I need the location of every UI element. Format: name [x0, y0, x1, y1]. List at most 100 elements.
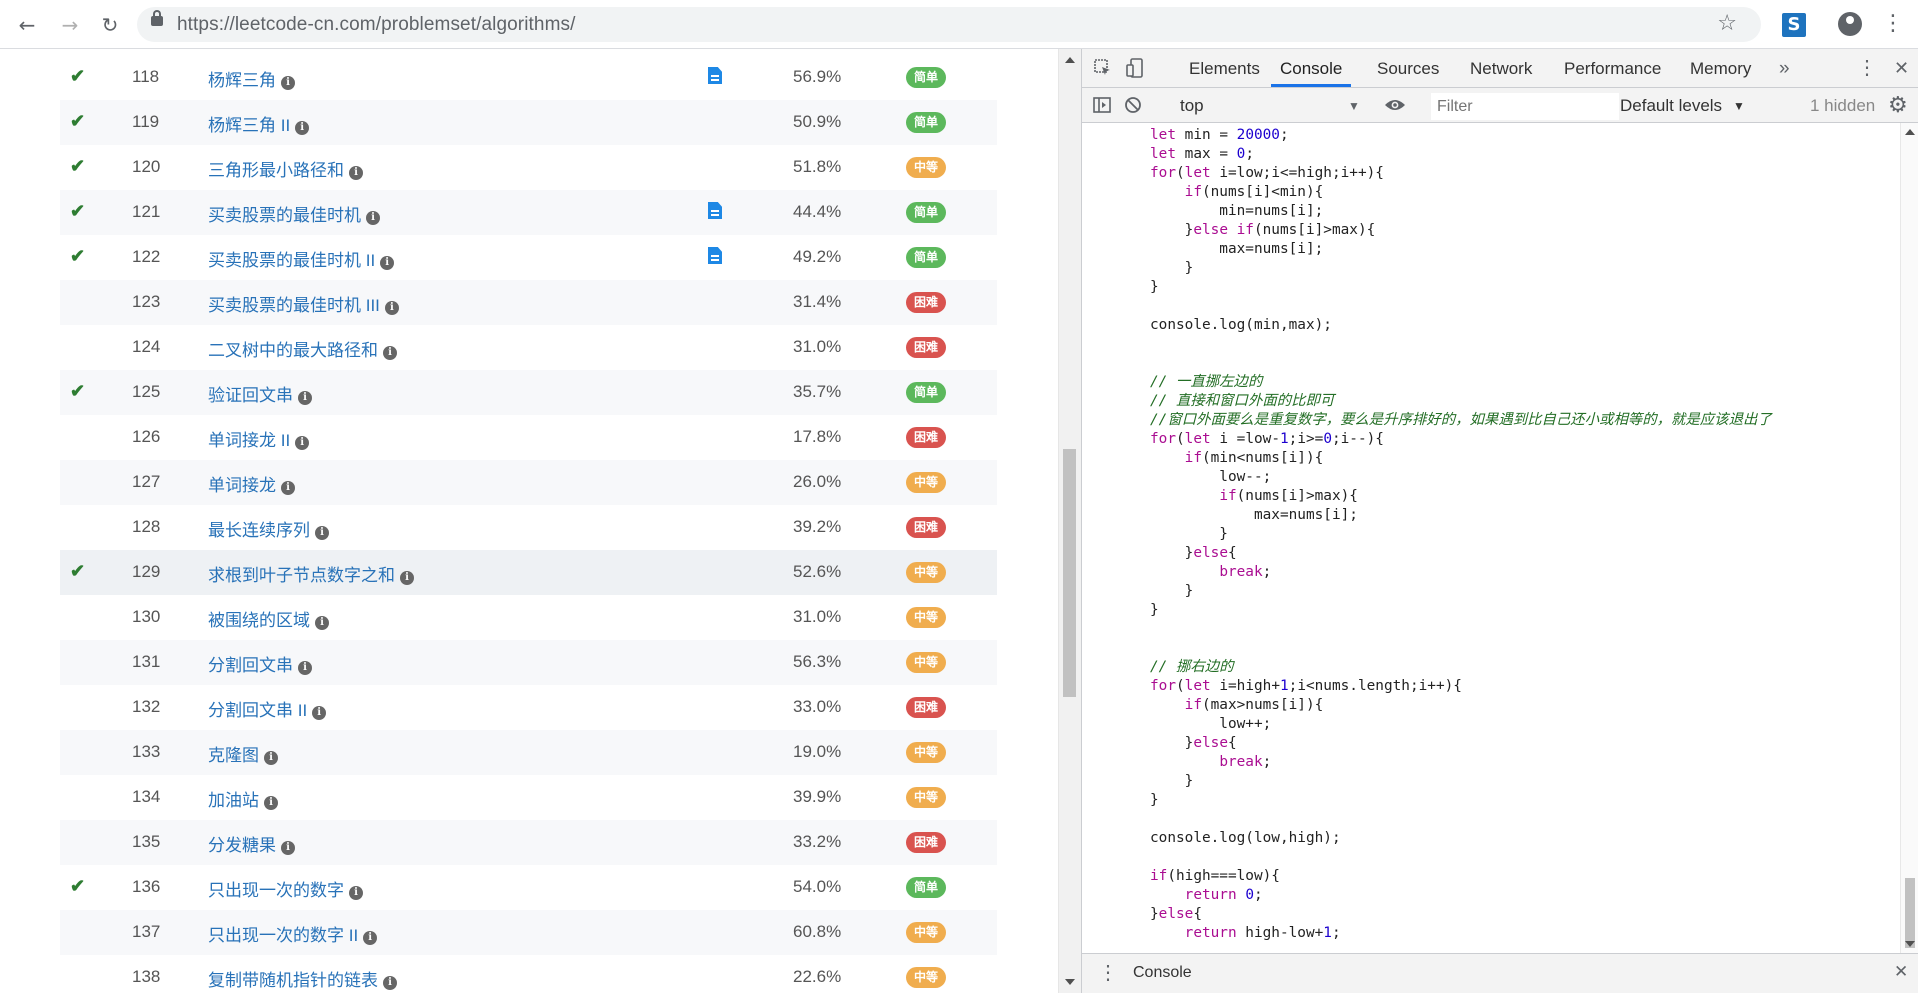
problem-row[interactable]: 135 分发糖果 i 33.2% 困难 [60, 820, 997, 865]
info-icon[interactable]: i [384, 301, 399, 315]
info-icon[interactable]: i [315, 526, 329, 540]
close-devtools-icon[interactable]: ✕ [1894, 49, 1909, 87]
context-selector[interactable]: top [1180, 96, 1204, 116]
problem-title-text[interactable]: 三角形最小路径和 [208, 161, 344, 180]
problem-title-text[interactable]: 验证回文串 [208, 386, 293, 405]
info-icon[interactable]: i [315, 616, 329, 630]
problem-title-link[interactable]: 求根到叶子节点数字之和 i [208, 561, 414, 586]
problem-row[interactable]: 123 买卖股票的最佳时机 III i 31.4% 困难 [60, 280, 997, 325]
info-icon[interactable]: i [264, 751, 278, 765]
info-icon[interactable]: i [298, 391, 312, 405]
problem-row[interactable]: ✔ 122 买卖股票的最佳时机 II i 49.2% 简单 [60, 235, 997, 280]
problem-title-text[interactable]: 分割回文串 II [208, 701, 307, 720]
scroll-up-arrow-icon[interactable] [1065, 57, 1075, 63]
live-expression-eye-icon[interactable] [1384, 95, 1406, 115]
problem-title-link[interactable]: 三角形最小路径和 i [208, 156, 363, 181]
problem-row[interactable]: 124 二叉树中的最大路径和 i 31.0% 困难 [60, 325, 997, 370]
drawer-menu-icon[interactable]: ⋮ [1098, 960, 1118, 985]
console-scrollbar-thumb[interactable] [1905, 878, 1915, 948]
problem-row[interactable]: 133 克隆图 i 19.0% 中等 [60, 730, 997, 775]
problem-row[interactable]: 128 最长连续序列 i 39.2% 困难 [60, 505, 997, 550]
more-tabs-icon[interactable]: » [1779, 49, 1790, 87]
problem-row[interactable]: ✔ 121 买卖股票的最佳时机 i 44.4% 简单 [60, 190, 997, 235]
devtools-tab-elements[interactable]: Elements [1189, 49, 1260, 87]
log-levels-dropdown[interactable]: Default levels [1620, 96, 1722, 116]
problem-title-text[interactable]: 杨辉三角 [208, 71, 276, 90]
problem-title-text[interactable]: 单词接龙 [208, 476, 276, 495]
devtools-menu-icon[interactable]: ⋮ [1857, 49, 1877, 87]
info-icon[interactable]: i [349, 166, 363, 180]
problem-title-text[interactable]: 分发糖果 [208, 836, 276, 855]
info-icon[interactable]: i [281, 76, 295, 90]
page-scrollbar[interactable] [1058, 49, 1081, 993]
info-icon[interactable]: i [281, 841, 295, 855]
extension-icon[interactable]: S [1782, 13, 1806, 37]
clear-console-icon[interactable] [1123, 95, 1143, 115]
problem-row[interactable]: ✔ 129 求根到叶子节点数字之和 i 52.6% 中等 [60, 550, 997, 595]
scroll-down-arrow-icon[interactable] [1065, 979, 1075, 985]
inspect-element-icon[interactable] [1093, 58, 1113, 78]
problem-title-link[interactable]: 被围绕的区域 i [208, 606, 329, 631]
profile-avatar-icon[interactable] [1838, 12, 1862, 36]
info-icon[interactable]: i [312, 706, 327, 720]
problem-title-text[interactable]: 买卖股票的最佳时机 III [208, 296, 380, 315]
drawer-tab-console[interactable]: Console [1133, 964, 1192, 982]
info-icon[interactable]: i [281, 481, 295, 495]
problem-row[interactable]: 130 被围绕的区域 i 31.0% 中等 [60, 595, 997, 640]
problem-title-link[interactable]: 买卖股票的最佳时机 II i [208, 246, 395, 271]
solution-doc-icon[interactable] [708, 202, 722, 219]
problem-title-text[interactable]: 只出现一次的数字 [208, 881, 344, 900]
back-arrow-icon[interactable]: ← [14, 12, 40, 38]
reload-icon[interactable]: ↻ [97, 12, 123, 38]
url-text[interactable]: https://leetcode-cn.com/problemset/algor… [177, 14, 576, 36]
problem-title-link[interactable]: 单词接龙 II i [208, 426, 310, 451]
problem-row[interactable]: 134 加油站 i 39.9% 中等 [60, 775, 997, 820]
problem-title-link[interactable]: 加油站 i [208, 786, 278, 811]
problem-title-text[interactable]: 杨辉三角 II [208, 116, 290, 135]
solution-doc-icon[interactable] [708, 247, 722, 264]
info-icon[interactable]: i [295, 121, 310, 135]
problem-title-link[interactable]: 分发糖果 i [208, 831, 295, 856]
info-icon[interactable]: i [298, 661, 312, 675]
info-icon[interactable]: i [363, 931, 378, 945]
info-icon[interactable]: i [383, 346, 397, 360]
problem-title-link[interactable]: 克隆图 i [208, 741, 278, 766]
console-scroll-up-icon[interactable] [1905, 129, 1915, 135]
problem-row[interactable]: ✔ 120 三角形最小路径和 i 51.8% 中等 [60, 145, 997, 190]
sidebar-toggle-icon[interactable] [1092, 95, 1112, 115]
problem-title-text[interactable]: 买卖股票的最佳时机 [208, 206, 361, 225]
info-icon[interactable]: i [383, 976, 397, 990]
problem-row[interactable]: 132 分割回文串 II i 33.0% 困难 [60, 685, 997, 730]
console-settings-gear-icon[interactable]: ⚙ [1888, 92, 1908, 118]
forward-arrow-icon[interactable]: → [57, 12, 83, 38]
problem-title-link[interactable]: 只出现一次的数字 II i [208, 921, 378, 946]
bookmark-star-icon[interactable]: ☆ [1717, 11, 1737, 36]
problem-title-link[interactable]: 买卖股票的最佳时机 i [208, 201, 380, 226]
devtools-tab-sources[interactable]: Sources [1377, 49, 1439, 87]
problem-title-link[interactable]: 只出现一次的数字 i [208, 876, 363, 901]
devtools-tab-network[interactable]: Network [1470, 49, 1532, 87]
problem-row[interactable]: 126 单词接龙 II i 17.8% 困难 [60, 415, 997, 460]
console-scrollbar[interactable] [1900, 123, 1918, 953]
problem-row[interactable]: ✔ 119 杨辉三角 II i 50.9% 简单 [60, 100, 997, 145]
problem-title-link[interactable]: 买卖股票的最佳时机 III i [208, 291, 399, 316]
device-toolbar-icon[interactable] [1125, 58, 1145, 78]
problem-title-link[interactable]: 验证回文串 i [208, 381, 312, 406]
problem-row[interactable]: ✔ 125 验证回文串 i 35.7% 简单 [60, 370, 997, 415]
problem-row[interactable]: 137 只出现一次的数字 II i 60.8% 中等 [60, 910, 997, 955]
browser-menu-icon[interactable]: ⋮ [1882, 11, 1904, 37]
problem-title-text[interactable]: 加油站 [208, 791, 259, 810]
problem-title-link[interactable]: 分割回文串 II i [208, 696, 327, 721]
problem-title-text[interactable]: 分割回文串 [208, 656, 293, 675]
info-icon[interactable]: i [380, 256, 395, 270]
problem-title-link[interactable]: 二叉树中的最大路径和 i [208, 336, 397, 361]
info-icon[interactable]: i [400, 571, 414, 585]
problem-row[interactable]: ✔ 136 只出现一次的数字 i 54.0% 简单 [60, 865, 997, 910]
problem-title-link[interactable]: 杨辉三角 i [208, 66, 295, 91]
info-icon[interactable]: i [295, 436, 310, 450]
devtools-tab-memory[interactable]: Memory [1690, 49, 1751, 87]
problem-title-link[interactable]: 单词接龙 i [208, 471, 295, 496]
console-output[interactable]: // 找到最小和最大的数字let min = 20000;let max = 0… [1082, 123, 1900, 953]
problem-title-link[interactable]: 杨辉三角 II i [208, 111, 310, 136]
problem-title-text[interactable]: 被围绕的区域 [208, 611, 310, 630]
